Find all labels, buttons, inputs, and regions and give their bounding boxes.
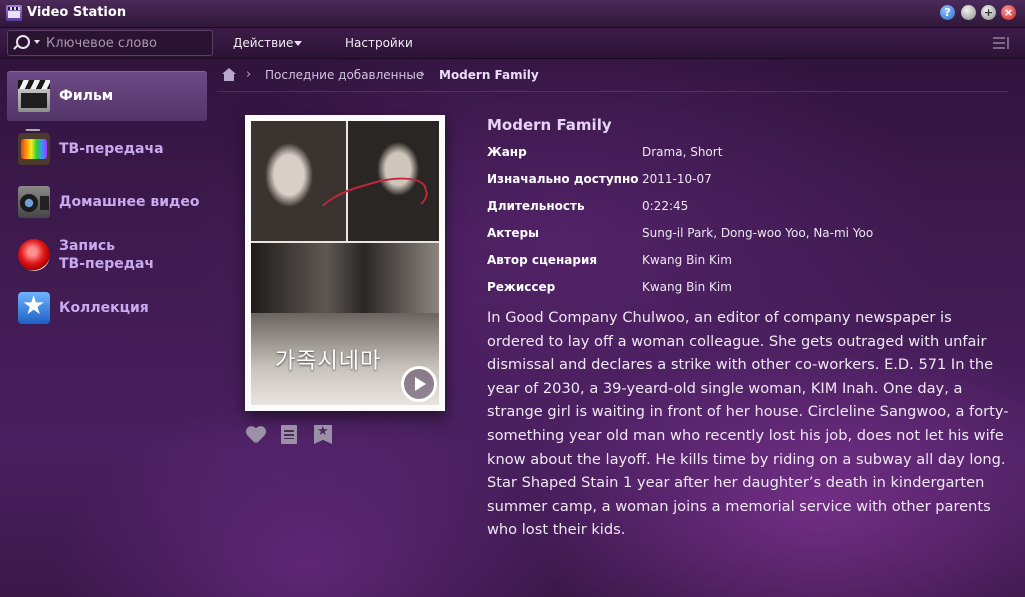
poster-actions	[246, 425, 346, 447]
sidebar-item-label: Коллекция	[59, 300, 149, 316]
movie-poster[interactable]: 가족시네마	[245, 115, 445, 411]
tv-icon	[18, 133, 50, 165]
bookmark-star-icon[interactable]	[314, 425, 332, 444]
document-icon[interactable]	[281, 425, 297, 444]
sidebar-item-tv-shows[interactable]: ТВ-передача	[7, 124, 207, 174]
maximize-button[interactable]: +	[981, 5, 996, 20]
home-icon[interactable]	[222, 68, 236, 81]
detail-label: Жанр	[487, 145, 527, 159]
detail-value: 0:22:45	[642, 199, 689, 213]
sort-icon[interactable]	[993, 37, 1010, 49]
video-station-app-icon	[6, 5, 22, 21]
heart-icon[interactable]	[246, 425, 266, 445]
search-icon[interactable]	[16, 35, 30, 49]
chevron-right-icon: ›	[420, 67, 426, 82]
movie-title: Modern Family	[487, 116, 612, 134]
breadcrumb-recently-added[interactable]: Последние добавленные	[265, 68, 423, 82]
sidebar-item-label: Домашнее видео	[59, 194, 200, 210]
search-input[interactable]	[44, 34, 208, 52]
poster-title-text: 가족시네마	[275, 349, 382, 374]
camcorder-icon	[18, 186, 50, 218]
detail-value: 2011-10-07	[642, 172, 712, 186]
star-icon	[18, 291, 50, 324]
detail-label: Актеры	[487, 226, 539, 240]
sidebar-item-label: ТВ-передача	[59, 141, 164, 157]
play-button[interactable]	[401, 366, 437, 402]
sidebar-item-movies[interactable]: Фильм	[7, 71, 207, 121]
poster-image: 가족시네마	[251, 121, 439, 405]
detail-value: Drama, Short	[642, 145, 723, 159]
chevron-down-icon[interactable]	[34, 40, 40, 44]
synopsis: In Good Company Chulwoo, an editor of co…	[487, 309, 1009, 539]
help-button[interactable]: ?	[940, 5, 955, 20]
breadcrumb-current: Modern Family	[439, 68, 539, 82]
minimize-button[interactable]	[961, 5, 976, 20]
chevron-down-icon[interactable]	[294, 41, 302, 46]
settings-button[interactable]: Настройки	[345, 36, 413, 50]
sidebar-item-label: Фильм	[59, 88, 114, 104]
sidebar-item-home-videos[interactable]: Домашнее видео	[7, 177, 207, 227]
record-icon	[18, 239, 50, 271]
detail-label: Изначально доступно	[487, 172, 639, 186]
title-bar: Video Station ? + ×	[0, 0, 1025, 28]
detail-label: Автор сценария	[487, 253, 598, 267]
detail-label: Длительность	[487, 199, 585, 213]
sidebar: Фильм ТВ-передача Домашнее видео Запись Т…	[0, 59, 215, 597]
detail-value: Kwang Bin Kim	[642, 253, 732, 267]
detail-label: Режиссер	[487, 280, 556, 294]
sidebar-item-label: Запись ТВ-передач	[59, 238, 155, 272]
detail-value: Kwang Bin Kim	[642, 280, 732, 294]
clapperboard-icon	[18, 80, 50, 112]
search-box[interactable]	[7, 30, 213, 56]
close-button[interactable]: ×	[1001, 5, 1016, 20]
action-menu-button[interactable]: Действие	[233, 36, 293, 50]
breadcrumb: › Последние добавленные › Modern Family	[217, 59, 1008, 92]
detail-value: Sung-il Park, Dong-woo Yoo, Na-mi Yoo	[642, 226, 874, 240]
sidebar-item-collection[interactable]: Коллекция	[7, 283, 207, 333]
app-title: Video Station	[27, 5, 127, 20]
toolbar: Действие Настройки	[0, 28, 1025, 59]
sidebar-item-tv-recordings[interactable]: Запись ТВ-передач	[7, 230, 207, 280]
chevron-right-icon: ›	[246, 67, 252, 82]
